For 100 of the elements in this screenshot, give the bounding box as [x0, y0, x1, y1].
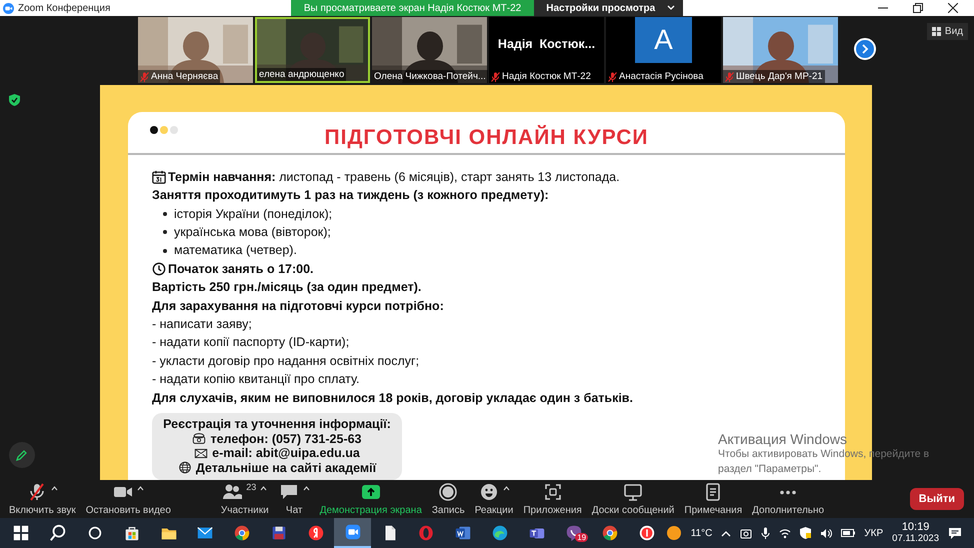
bullet-icon [163, 212, 167, 216]
whiteboard-icon [623, 482, 644, 502]
view-button[interactable]: Вид [926, 23, 968, 40]
participant-name: Анна Черняєва [151, 71, 218, 82]
participant-tile[interactable]: A Анастасія Русінова [606, 17, 721, 83]
slide-text: Вартість 250 грн./місяць (за один предмет). [152, 279, 422, 296]
record-button[interactable]: Запись [426, 482, 470, 516]
windows-start-icon [12, 524, 30, 542]
view-settings-button[interactable]: Настройки просмотра [534, 0, 684, 16]
globe-icon [178, 461, 192, 474]
bullet-icon [163, 230, 167, 234]
smiley-button[interactable]: Реакции [470, 482, 518, 516]
chrome-icon [601, 524, 620, 542]
wifi-icon[interactable] [779, 528, 792, 538]
screen-share-banner: Вы просматриваете экран Надія Костюк МТ-22 [290, 0, 534, 16]
clock-icon [152, 262, 166, 276]
participant-count: 23 [246, 482, 256, 492]
browser-icon [638, 524, 656, 542]
video-camera-button[interactable]: Остановить видео [80, 482, 176, 516]
word-document-icon [454, 524, 472, 542]
restore-icon[interactable] [913, 3, 923, 13]
list-item: українська мова (вівторок); [174, 224, 331, 241]
chevron-up-icon[interactable] [721, 530, 732, 536]
leave-button[interactable]: Выйти [910, 488, 964, 510]
record-icon [438, 482, 458, 502]
microphone-button[interactable]: Включить звук [4, 482, 81, 516]
close-icon[interactable] [948, 3, 958, 13]
slide-text: - написати заяву; [152, 316, 252, 333]
grid-icon [932, 27, 941, 36]
window-title: Zoom Конференция [18, 2, 110, 14]
notes-button[interactable]: Примечания [679, 482, 748, 516]
shield-icon[interactable] [800, 527, 812, 539]
slide-text: Для зарахування на підготовчі курси потрібно: [152, 298, 444, 315]
slide-text: - надати копію квитанції про сплату. [152, 371, 360, 388]
slide-text: Для слухачів, яким не виповнилося 18 років, договір укладає один з батьків. [152, 390, 633, 407]
taskbar-app[interactable] [334, 518, 372, 548]
apps-icon [542, 482, 563, 502]
notification-icon[interactable] [948, 526, 962, 540]
slide-text: - укласти договір про надання освітніх послуг; [152, 352, 420, 370]
chrome-icon [233, 524, 252, 542]
participant-name: Надія Костюк МТ-22 [502, 71, 591, 82]
camera-icon[interactable] [740, 527, 752, 539]
participant-name: Олена Чижкова-Потейч... [374, 71, 486, 82]
people-button[interactable]: 23 Участники [216, 482, 274, 516]
browser-logo-icon [306, 524, 325, 542]
contact-text: телефон: (057) 731-25-63 [210, 432, 362, 446]
participant-avatar: A [635, 17, 692, 63]
activation-text: раздел "Параметры". [718, 462, 822, 477]
slide-text: - надати копії паспорту (ID-карти); [152, 334, 350, 352]
chat-bubble-button[interactable]: Чат [274, 482, 315, 516]
participant-tile[interactable]: елена андрющенко [255, 17, 370, 83]
next-page-button[interactable] [854, 38, 876, 60]
shopping-bag-icon [122, 524, 141, 542]
envelope-icon [194, 446, 208, 460]
participant-name: Анастасія Русінова [619, 71, 704, 82]
weather-temperature: 11°C [690, 528, 712, 538]
sun-icon [666, 525, 682, 541]
people-icon [222, 482, 242, 502]
slide-text: Заняття проходитимуть 1 раз на тиждень (з кожного предмету): [152, 187, 549, 204]
microphone-icon[interactable] [761, 527, 770, 539]
shield-check-icon [9, 94, 20, 106]
more-button[interactable]: Дополнительно [747, 482, 830, 516]
opera-icon [417, 524, 436, 542]
video-camera-icon [344, 523, 362, 541]
slide-text: Термін навчання: листопад - травень (6 місяців), старт занять 13 листопада. [168, 168, 620, 186]
speaker-icon[interactable] [820, 528, 832, 538]
pencil-icon [16, 449, 28, 461]
language-indicator[interactable]: УКР [864, 528, 884, 538]
participant-tile[interactable]: Надія Костюк... Надія Костюк МТ-22 [489, 17, 604, 83]
participant-tile[interactable]: Олена Чижкова-Потейч... [372, 17, 487, 83]
apps-button[interactable]: Приложения [518, 482, 587, 516]
slide-title: ПІДГОТОВЧІ ОНЛАЙН КУРСИ [324, 126, 650, 150]
chevron-down-icon [667, 5, 676, 11]
participant-tile[interactable]: Анна Черняєва [138, 17, 253, 83]
calendar-icon [152, 170, 166, 184]
chat-bubble-icon [278, 482, 299, 502]
contact-title: Реєстрація та уточнення інформації: [163, 417, 391, 432]
list-item: історія України (понеділок); [174, 206, 332, 223]
battery-icon[interactable] [841, 529, 856, 537]
notification-badge: 19 [575, 533, 588, 542]
edge-browser-icon [490, 524, 509, 542]
participant-tile[interactable]: Швець Дар'я МР-21 [723, 17, 838, 83]
share-screen-button[interactable]: Демонстрация экрана [314, 482, 427, 516]
annotate-button[interactable] [9, 442, 35, 468]
more-icon [778, 490, 798, 495]
zoom-logo-icon [3, 2, 14, 14]
contact-text: Детальніше на сайті академії [196, 460, 376, 475]
participant-name: Швець Дар'я МР-21 [736, 71, 823, 82]
search-icon [49, 524, 68, 542]
taskbar-app[interactable]: 19 [555, 518, 592, 548]
slide-text: Початок занять о 17:00. [168, 260, 314, 278]
window-dots-icon [150, 126, 180, 134]
chevron-right-icon [861, 44, 869, 54]
whiteboard-button[interactable]: Доски сообщений [586, 482, 680, 516]
contact-text: e-mail: abit@uipa.edu.ua [212, 446, 360, 460]
clock-time: 10:19 [902, 522, 930, 533]
bullet-icon [163, 248, 167, 253]
clock-date: 07.11.2023 [892, 533, 939, 544]
telephone-icon [192, 432, 206, 446]
list-item: математика (четвер). [174, 242, 297, 260]
